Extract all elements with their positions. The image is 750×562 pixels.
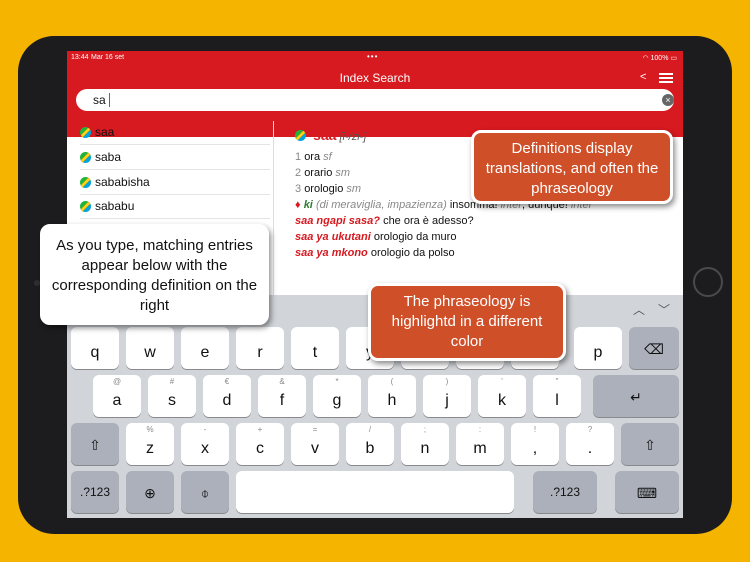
list-item-label: sababu bbox=[95, 199, 135, 213]
page-title: Index Search bbox=[339, 71, 411, 85]
list-item-label: sababisha bbox=[95, 175, 150, 189]
sense-text: ora bbox=[304, 151, 321, 163]
list-item[interactable]: sababu bbox=[80, 195, 270, 219]
phrase-translation: orologio da polso bbox=[370, 247, 455, 259]
sense-row: 3 orologio sm bbox=[295, 183, 361, 195]
shift-icon[interactable]: ⇧ bbox=[621, 423, 679, 465]
phrase-translation: che ora è adesso? bbox=[383, 215, 474, 227]
status-time: 13:44 bbox=[71, 54, 89, 61]
interjection-word: ki bbox=[303, 199, 313, 211]
phrase: saa ya mkono bbox=[295, 247, 368, 259]
return-icon[interactable]: ↵ bbox=[593, 375, 679, 417]
battery-percent: 100% bbox=[650, 55, 669, 62]
sense-text: orologio bbox=[304, 183, 344, 195]
battery-icon: ▭ bbox=[670, 55, 677, 62]
tanzania-flag-icon bbox=[80, 127, 91, 138]
key-x[interactable]: -x bbox=[181, 423, 229, 465]
text-cursor bbox=[109, 93, 110, 107]
key-k[interactable]: ' k bbox=[478, 375, 526, 417]
shift-icon[interactable]: ⇧ bbox=[71, 423, 119, 465]
tanzania-flag-icon bbox=[295, 130, 306, 141]
key-a[interactable]: @ a bbox=[93, 375, 141, 417]
delete-icon[interactable]: ⌫ bbox=[629, 327, 679, 369]
globe-icon[interactable]: ⊕ bbox=[126, 471, 174, 513]
phrase-translation: orologio da muro bbox=[373, 231, 457, 243]
chevron-down-icon[interactable]: ﹀ bbox=[658, 301, 670, 318]
search-input[interactable]: sa × bbox=[76, 89, 674, 111]
key-d[interactable]: € d bbox=[203, 375, 251, 417]
sense-number: 2 bbox=[295, 167, 302, 179]
space-bar[interactable] bbox=[236, 471, 514, 513]
list-item-label: saa bbox=[95, 125, 115, 139]
key-l[interactable]: " l bbox=[533, 375, 581, 417]
diamond-icon: ♦ bbox=[295, 199, 301, 211]
interjection-note: (di meraviglia, impazienza) bbox=[315, 199, 447, 211]
chevron-up-icon[interactable]: ︿ bbox=[633, 301, 645, 318]
sense-row: 2 orario sm bbox=[295, 167, 350, 179]
list-item[interactable]: saba bbox=[80, 146, 270, 170]
key-g[interactable]: * g bbox=[313, 375, 361, 417]
callout-definitions: Definitions display translations, and of… bbox=[471, 130, 673, 204]
key-r[interactable]: r bbox=[236, 327, 284, 369]
key-w[interactable]: w bbox=[126, 327, 174, 369]
key-b[interactable]: / b bbox=[346, 423, 394, 465]
key-j[interactable]: ) j bbox=[423, 375, 471, 417]
phrase-row: saa ya mkono orologio da polso bbox=[295, 247, 455, 259]
key-s[interactable]: # s bbox=[148, 375, 196, 417]
share-icon[interactable]: < bbox=[640, 71, 646, 83]
status-bar: 13:44 Mar 16 set ••• ◠ 100% ▭ bbox=[67, 51, 683, 65]
battery-indicator: ◠ 100% ▭ bbox=[642, 54, 677, 62]
numbers-key[interactable]: .?123 bbox=[533, 471, 597, 513]
key-e[interactable]: e bbox=[181, 327, 229, 369]
callout-phraseology: The phraseology is highlightd in a diffe… bbox=[368, 283, 566, 361]
search-value[interactable]: sa bbox=[93, 93, 106, 107]
sense-pos: sm bbox=[335, 167, 351, 179]
key-f[interactable]: & f bbox=[258, 375, 306, 417]
phrase: saa ngapi sasa? bbox=[295, 215, 380, 227]
tanzania-flag-icon bbox=[80, 177, 91, 188]
status-date: Mar 16 set bbox=[91, 54, 125, 61]
key-c[interactable]: + c bbox=[236, 423, 284, 465]
list-item[interactable]: sababisha bbox=[80, 171, 270, 195]
callout-typing: As you type, matching entries appear bel… bbox=[40, 224, 269, 325]
sense-row: 1 ora sf bbox=[295, 151, 332, 163]
key-z[interactable]: % z bbox=[126, 423, 174, 465]
keyboard-hide-icon[interactable]: ⌨ bbox=[615, 471, 679, 513]
headword: saa bbox=[313, 127, 337, 143]
numbers-key[interactable]: .?123 bbox=[71, 471, 119, 513]
definition-header: saa [i-/zi-] bbox=[295, 127, 366, 143]
key-comma[interactable]: !, bbox=[511, 423, 559, 465]
tanzania-flag-icon bbox=[80, 152, 91, 163]
sense-text: orario bbox=[304, 167, 333, 179]
multitask-dots-icon[interactable]: ••• bbox=[367, 52, 378, 61]
wifi-icon: ◠ bbox=[642, 55, 649, 62]
menu-icon[interactable] bbox=[659, 73, 673, 83]
list-item-label: saba bbox=[95, 150, 122, 164]
key-q[interactable]: q bbox=[71, 327, 119, 369]
phrase: saa ya ukutani bbox=[295, 231, 371, 243]
key-n[interactable]: ; n bbox=[401, 423, 449, 465]
key-v[interactable]: = v bbox=[291, 423, 339, 465]
phrase-row: saa ya ukutani orologio da muro bbox=[295, 231, 456, 243]
microphone-icon[interactable]: ⌽ bbox=[181, 471, 229, 513]
sense-number: 1 bbox=[295, 151, 302, 163]
sense-pos: sf bbox=[323, 151, 332, 163]
phrase-row: saa ngapi sasa? che ora è adesso? bbox=[295, 215, 474, 227]
key-m[interactable]: :m bbox=[456, 423, 504, 465]
list-item[interactable]: saa bbox=[80, 121, 270, 145]
clear-icon[interactable]: × bbox=[662, 94, 674, 106]
noun-class: [i-/zi-] bbox=[339, 131, 367, 143]
sense-pos: sm bbox=[346, 183, 362, 195]
key-t[interactable]: t bbox=[291, 327, 339, 369]
key-h[interactable]: (h bbox=[368, 375, 416, 417]
key-period[interactable]: ?. bbox=[566, 423, 614, 465]
sense-number: 3 bbox=[295, 183, 302, 195]
key-p[interactable]: p bbox=[574, 327, 622, 369]
tanzania-flag-icon bbox=[80, 201, 91, 212]
home-button[interactable] bbox=[693, 267, 723, 297]
